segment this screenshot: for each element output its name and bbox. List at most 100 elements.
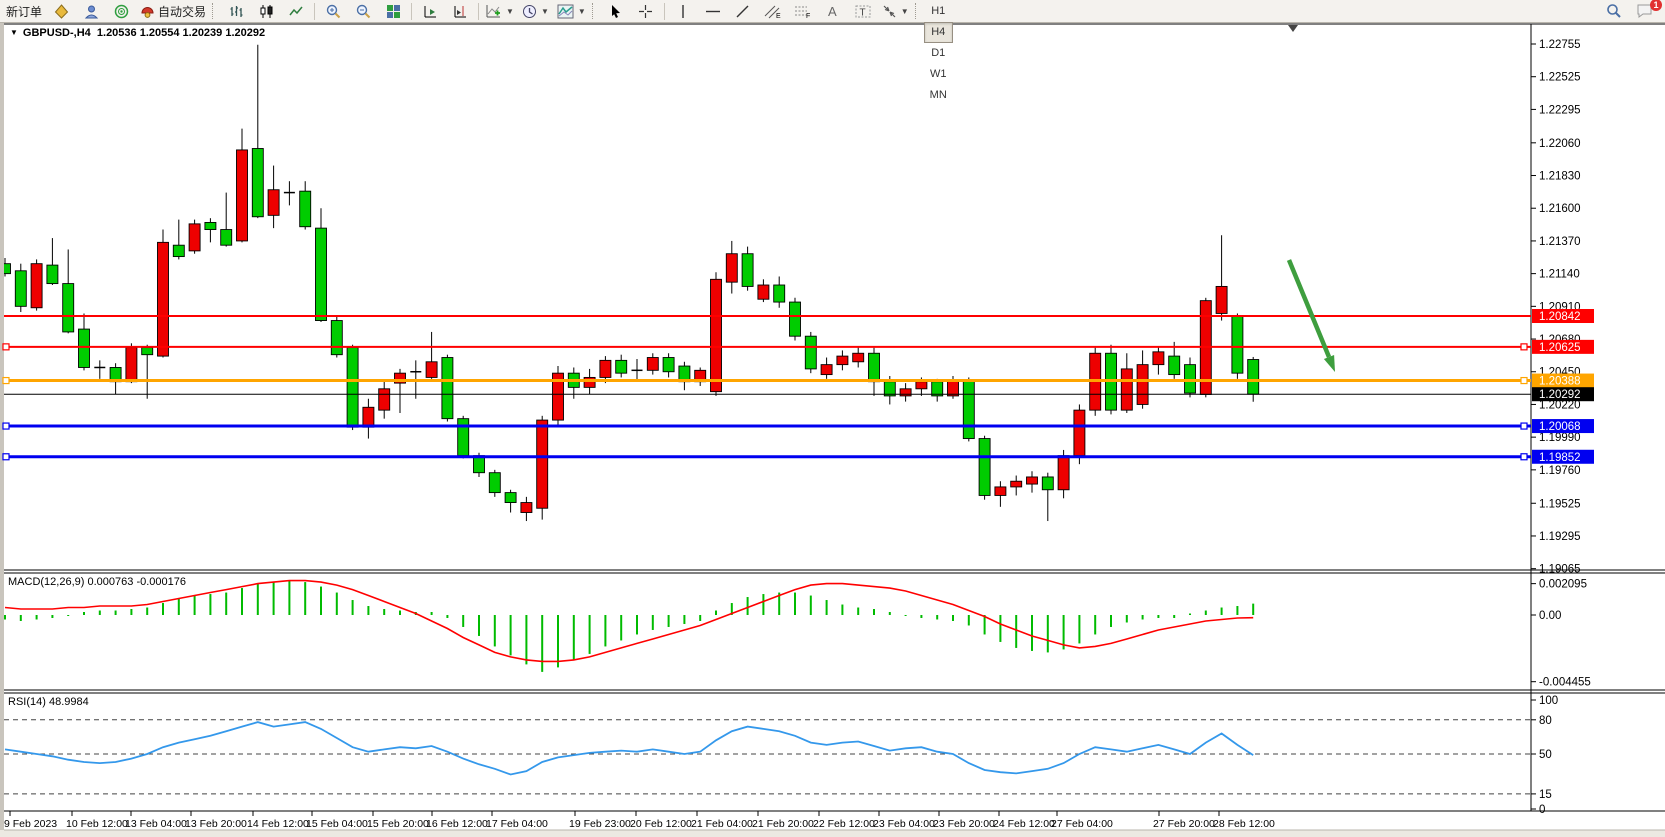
gold-diamond-icon bbox=[54, 4, 69, 19]
line-right-handle[interactable] bbox=[1521, 344, 1527, 350]
timeframe-d1-button[interactable]: D1 bbox=[924, 43, 953, 64]
bullish-candle bbox=[1058, 456, 1069, 490]
bearish-candle bbox=[1042, 477, 1053, 490]
chart-shift-button[interactable] bbox=[445, 0, 475, 22]
sonar-icon-button[interactable] bbox=[106, 0, 136, 22]
macd-histogram-bar bbox=[905, 615, 907, 616]
macd-histogram-bar bbox=[115, 611, 117, 615]
bullish-candle bbox=[948, 380, 959, 396]
macd-histogram-bar bbox=[573, 615, 575, 660]
bearish-candle bbox=[331, 321, 342, 355]
gold-diamond-icon-button[interactable] bbox=[46, 0, 76, 22]
horizontal-line-button[interactable] bbox=[698, 0, 728, 22]
macd-histogram-bar bbox=[225, 593, 227, 615]
equidistant-channel-button[interactable]: E bbox=[758, 0, 788, 22]
text-button[interactable]: A bbox=[818, 0, 848, 22]
line-right-handle[interactable] bbox=[1521, 378, 1527, 384]
vertical-line-button[interactable] bbox=[668, 0, 698, 22]
price-axis-label: 1.21600 bbox=[1539, 203, 1581, 215]
clock-icon bbox=[522, 4, 537, 19]
bearish-candle bbox=[505, 493, 516, 503]
bearish-candle bbox=[221, 230, 232, 246]
bearish-candle bbox=[742, 254, 753, 287]
bearish-candle bbox=[790, 302, 801, 336]
time-axis-label: 14 Feb 12:00 bbox=[247, 818, 309, 830]
rsi-axis-label: 80 bbox=[1539, 715, 1552, 727]
chart-shift-icon bbox=[453, 4, 468, 19]
price-line-badge-label: 1.20388 bbox=[1539, 376, 1581, 388]
macd-histogram-bar bbox=[1173, 615, 1175, 618]
line-chart-button[interactable] bbox=[281, 0, 311, 22]
timeframe-mn-button[interactable]: MN bbox=[924, 85, 953, 106]
line-left-handle[interactable] bbox=[3, 423, 9, 429]
macd-histogram-bar bbox=[178, 599, 180, 615]
macd-histogram-bar bbox=[273, 582, 275, 615]
timeframe-h1-button[interactable]: H1 bbox=[924, 1, 953, 22]
zoom-out-button[interactable] bbox=[348, 0, 378, 22]
macd-histogram-bar bbox=[1142, 615, 1144, 619]
candlestick-chart-button[interactable] bbox=[251, 0, 281, 22]
line-right-handle[interactable] bbox=[1521, 454, 1527, 460]
price-axis-label: 1.19525 bbox=[1539, 498, 1581, 510]
bearish-candle bbox=[1169, 356, 1180, 374]
arrows-tool-button[interactable]: ▼ bbox=[878, 0, 913, 22]
indicators-caret: ▼ bbox=[506, 7, 514, 16]
cursor-button[interactable] bbox=[601, 0, 631, 22]
macd-histogram-bar bbox=[1078, 615, 1080, 643]
line-left-handle[interactable] bbox=[3, 378, 9, 384]
auto-scroll-button[interactable] bbox=[415, 0, 445, 22]
bar-chart-button[interactable] bbox=[221, 0, 251, 22]
autotrading-icon bbox=[140, 4, 155, 19]
fibonacci-button[interactable]: F bbox=[788, 0, 818, 22]
label-icon: T bbox=[855, 4, 871, 19]
bullish-candle bbox=[268, 190, 279, 216]
chart-canvas[interactable]: 1.227551.225251.222951.220601.218301.216… bbox=[0, 0, 1665, 837]
macd-histogram-bar bbox=[857, 608, 859, 615]
template-icon bbox=[557, 4, 574, 19]
bullish-candle bbox=[158, 242, 169, 356]
autotrading-button[interactable]: 自动交易 bbox=[136, 0, 210, 22]
rsi-axis-label: 0 bbox=[1539, 804, 1545, 816]
new-order-button[interactable]: 新订单 bbox=[2, 0, 46, 22]
timeframe-w1-button[interactable]: W1 bbox=[924, 64, 953, 85]
indicators-button[interactable]: ▼ bbox=[482, 0, 518, 22]
periods-clock-button[interactable]: ▼ bbox=[518, 0, 553, 22]
bearish-candle bbox=[1232, 316, 1243, 373]
bullish-candle bbox=[758, 285, 769, 299]
zoom-in-button[interactable] bbox=[318, 0, 348, 22]
text-label-button[interactable]: T bbox=[848, 0, 878, 22]
bullish-candle bbox=[837, 356, 848, 365]
macd-histogram-bar bbox=[1094, 615, 1096, 634]
macd-histogram-bar bbox=[1157, 615, 1159, 618]
profile-icon-button[interactable] bbox=[76, 0, 106, 22]
chart-symbol-period: GBPUSD-,H4 bbox=[23, 27, 91, 39]
price-axis-label: 1.19760 bbox=[1539, 465, 1581, 477]
templates-button[interactable]: ▼ bbox=[553, 0, 590, 22]
time-axis-label: 13 Feb 20:00 bbox=[185, 818, 247, 830]
bullish-candle bbox=[995, 487, 1006, 496]
line-right-handle[interactable] bbox=[1521, 423, 1527, 429]
macd-histogram-bar bbox=[636, 615, 638, 634]
bullish-candle bbox=[900, 389, 911, 396]
bearish-candle bbox=[79, 329, 90, 367]
notifications-button[interactable]: 1 bbox=[1629, 0, 1659, 22]
timeframe-h4-button[interactable]: H4 bbox=[924, 22, 953, 43]
time-axis-label: 20 Feb 12:00 bbox=[630, 818, 692, 830]
bullish-candle bbox=[647, 358, 658, 371]
bearish-candle bbox=[979, 439, 990, 496]
macd-histogram-bar bbox=[604, 615, 606, 646]
price-axis-label: 1.22060 bbox=[1539, 138, 1581, 150]
crosshair-button[interactable] bbox=[631, 0, 661, 22]
channel-icon: E bbox=[764, 4, 781, 19]
tile-windows-button[interactable] bbox=[378, 0, 408, 22]
tile-windows-icon bbox=[386, 4, 401, 19]
bearish-candle bbox=[173, 245, 184, 256]
time-axis-label: 15 Feb 20:00 bbox=[367, 818, 429, 830]
search-button[interactable] bbox=[1599, 0, 1629, 22]
toolbar-separator bbox=[411, 3, 412, 20]
line-left-handle[interactable] bbox=[3, 454, 9, 460]
line-left-handle[interactable] bbox=[3, 344, 9, 350]
price-axis-label: 1.22525 bbox=[1539, 72, 1581, 84]
templates-caret: ▼ bbox=[578, 7, 586, 16]
trendline-button[interactable] bbox=[728, 0, 758, 22]
